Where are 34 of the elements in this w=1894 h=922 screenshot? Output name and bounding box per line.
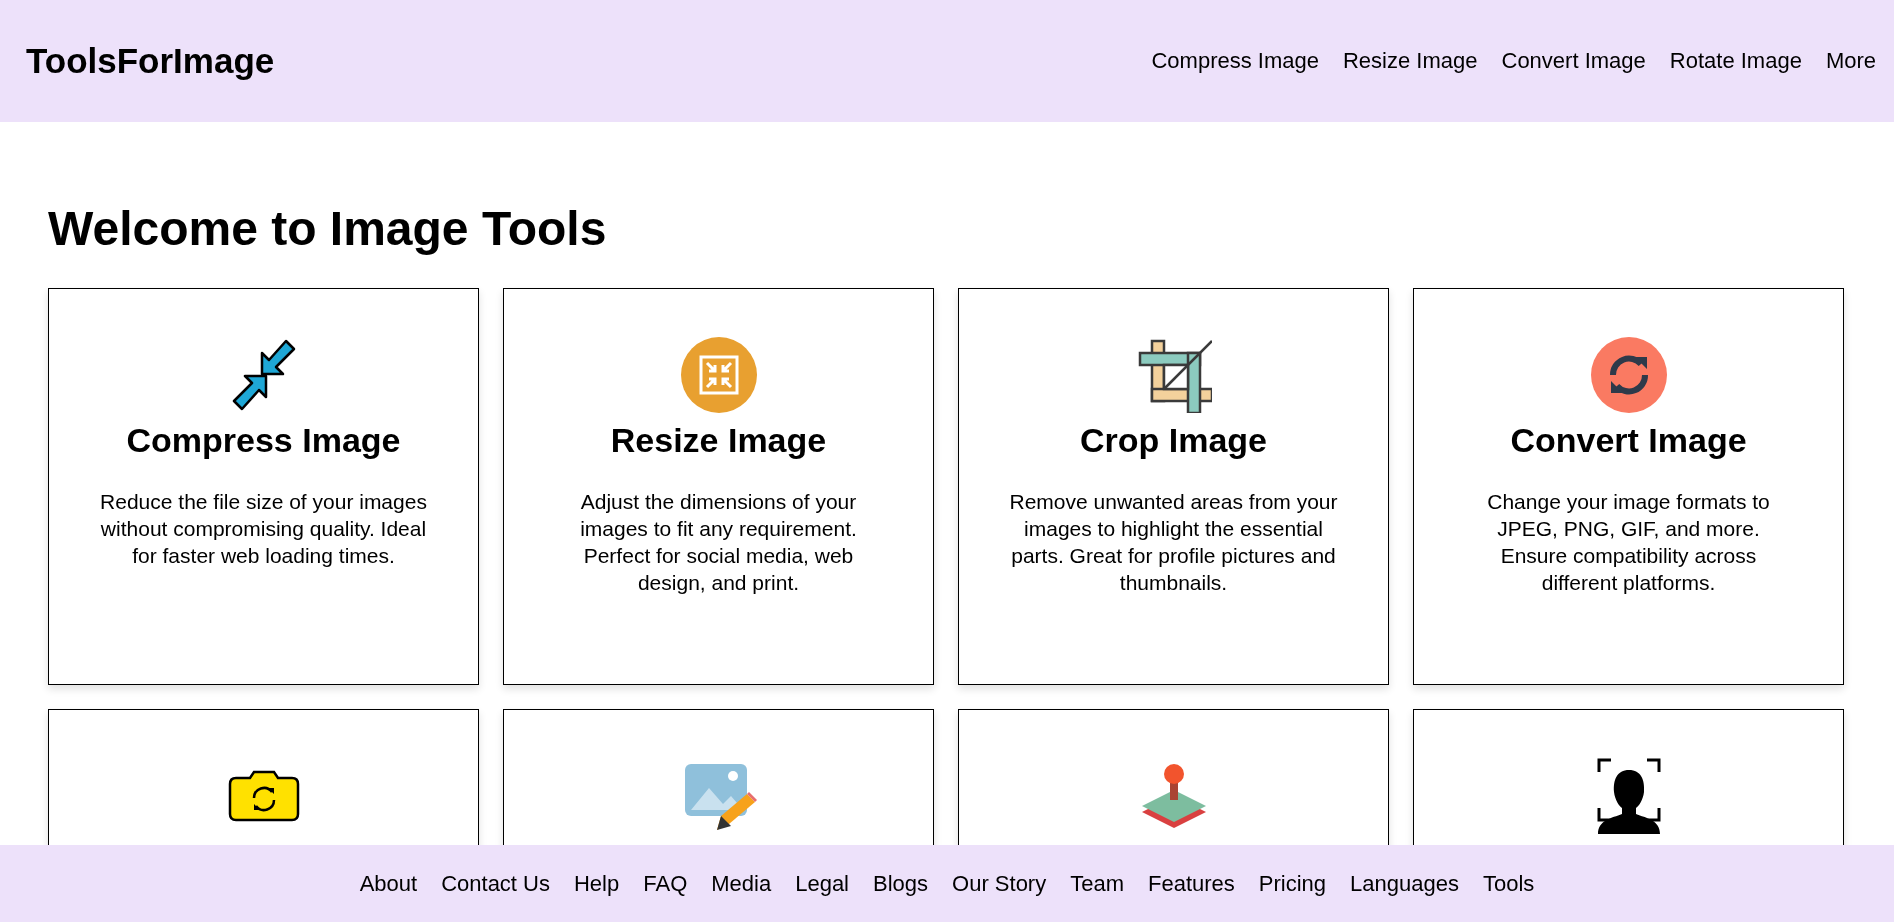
resize-icon bbox=[680, 336, 757, 413]
card-title: Convert Image bbox=[1510, 420, 1747, 460]
footer-link[interactable]: Tools bbox=[1482, 870, 1535, 897]
tool-card[interactable]: Resize Image Adjust the dimensions of your images to fit any requirement. Perfect for social media, web design, and print. bbox=[503, 287, 934, 685]
footer-link[interactable]: Team bbox=[1070, 870, 1124, 897]
nav-link[interactable]: More bbox=[1825, 48, 1876, 74]
nav-link[interactable]: Convert Image bbox=[1501, 48, 1646, 74]
card-title: Resize Image bbox=[610, 420, 827, 460]
footer-link[interactable]: Media bbox=[711, 870, 772, 897]
card-description: Remove unwanted areas from your images to highlight the essential parts. Great for profile pictures and thumbnails. bbox=[1008, 488, 1339, 597]
footer-link[interactable]: Help bbox=[574, 870, 620, 897]
footer-link[interactable]: Contact Us bbox=[441, 870, 550, 897]
page-heading: Welcome to Image Tools bbox=[48, 201, 608, 257]
tool-card[interactable]: Crop Image Remove unwanted areas from your images to highlight the essential parts. Great for profile pictures and thumbnails. bbox=[958, 287, 1389, 685]
tool-card[interactable]: Convert Image Change your image formats to JPEG, PNG, GIF, and more. Ensure compatibility across different platforms. bbox=[1413, 287, 1844, 685]
footer-link[interactable]: FAQ bbox=[643, 870, 688, 897]
footer-link[interactable]: Blogs bbox=[873, 870, 929, 897]
footer-link[interactable]: Languages bbox=[1350, 870, 1459, 897]
footer-link[interactable]: About bbox=[359, 870, 418, 897]
tool-card[interactable]: Compress Image Reduce the file size of your images without compromising quality. Ideal for faster web loading times. bbox=[48, 287, 479, 685]
footer-link[interactable]: Features bbox=[1148, 870, 1235, 897]
card-title: Crop Image bbox=[1079, 420, 1267, 460]
site-logo[interactable]: ToolsForImage bbox=[26, 41, 275, 81]
nav-link[interactable]: Compress Image bbox=[1151, 48, 1319, 74]
card-description: Reduce the file size of your images without compromising quality. Ideal for faster web loading times. bbox=[99, 488, 428, 570]
nav-link[interactable]: Resize Image bbox=[1343, 48, 1478, 74]
nav-link[interactable]: Rotate Image bbox=[1669, 48, 1802, 74]
footer-link[interactable]: Pricing bbox=[1258, 870, 1327, 897]
card-description: Adjust the dimensions of your images to fit any requirement. Perfect for social media, web design, and print. bbox=[579, 488, 858, 597]
footer-link[interactable]: Legal bbox=[795, 870, 849, 897]
footer-link[interactable]: Our Story bbox=[952, 870, 1047, 897]
card-title: Compress Image bbox=[126, 420, 401, 460]
card-description: Change your image formats to JPEG, PNG, GIF, and more. Ensure compatibility across different platforms. bbox=[1486, 488, 1771, 597]
sync-icon bbox=[1590, 336, 1667, 413]
